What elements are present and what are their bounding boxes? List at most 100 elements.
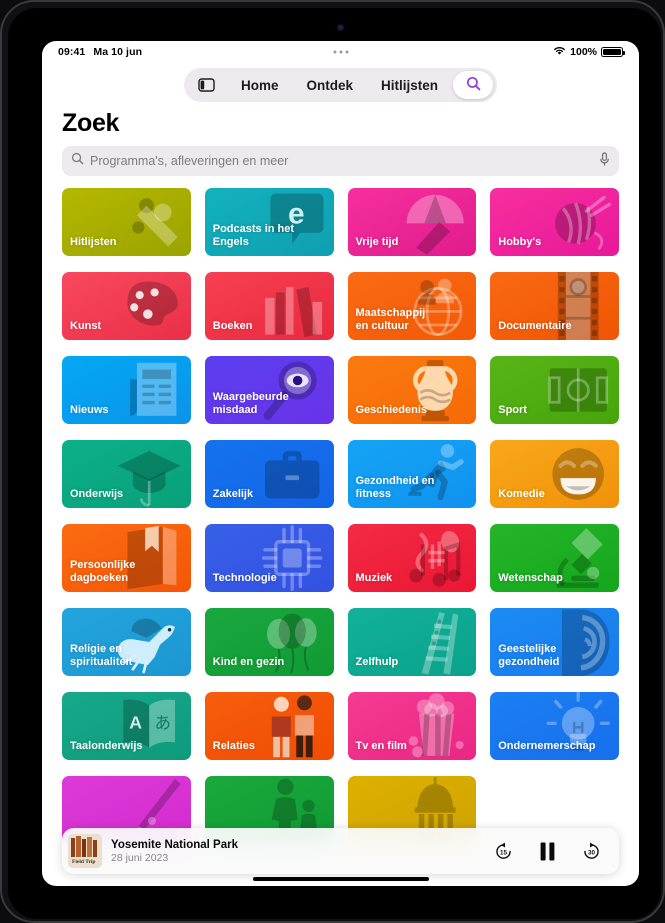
now-playing-container: Field Trip Yosemite National Park 28 jun… (62, 828, 619, 874)
category-tile[interactable]: Kunst (62, 272, 191, 340)
sidebar-toggle-icon[interactable] (188, 71, 226, 99)
svg-text:15: 15 (500, 849, 507, 856)
svg-text:30: 30 (588, 849, 595, 856)
category-tile-label: Hobby's (498, 236, 542, 248)
search-bar-container: Programma's, afleveringen en meer (42, 146, 639, 188)
search-icon (466, 76, 481, 94)
category-tile-label: Hitlijsten (70, 236, 117, 248)
category-tile[interactable]: Sport (490, 356, 619, 424)
category-tile-label: Technologie (212, 572, 277, 584)
category-tile[interactable]: Nieuws (62, 356, 191, 424)
category-tile[interactable]: Documentaire (490, 272, 619, 340)
tab-ontdek[interactable]: Ontdek (293, 71, 366, 99)
status-bar-left: 09:41 Ma 10 jun (58, 46, 142, 58)
category-tile[interactable]: Ondernemerschap (490, 692, 619, 760)
category-tile[interactable]: Geschiedenis (347, 356, 477, 424)
home-indicator[interactable] (252, 877, 429, 881)
category-tile[interactable]: Relaties (204, 692, 334, 760)
skip-back-15-icon[interactable]: 15 (494, 842, 513, 861)
wifi-icon (553, 46, 566, 59)
search-bar[interactable]: Programma's, afleveringen en meer (62, 146, 619, 176)
category-tile-label: Zakelijk (212, 488, 254, 500)
category-tile[interactable]: Boeken (204, 272, 334, 340)
playback-controls: 15 30 (494, 842, 607, 861)
category-tile[interactable]: Zelfhulp (347, 608, 477, 676)
category-grid: Hitlijsten e Podcasts in het Engels Vrije t… (62, 188, 619, 844)
status-date: Ma 10 jun (93, 46, 143, 58)
battery-icon (601, 47, 625, 57)
category-tile-label: Documentaire (498, 320, 572, 332)
category-tile-label: Waargebeurde misdaad (212, 391, 289, 416)
category-tile[interactable]: Vrije tijd (347, 188, 477, 256)
category-tile-label: Tv en film (355, 740, 407, 752)
now-playing-bar[interactable]: Field Trip Yosemite National Park 28 jun… (62, 828, 619, 874)
front-camera (338, 25, 343, 30)
category-tile-label: Sport (498, 404, 527, 416)
category-tile-label: Gezondheid en fitness (355, 475, 435, 500)
category-tile[interactable]: A あ Taalonderwijs (62, 692, 191, 760)
category-tile-label: Kind en gezin (212, 656, 285, 668)
category-tile-label: Relaties (212, 740, 255, 752)
category-tile[interactable]: Hitlijsten (62, 188, 191, 256)
category-tile-label: Persoonlijke dagboeken (70, 559, 136, 584)
category-tile[interactable]: e Podcasts in het Engels (204, 188, 334, 256)
category-tile[interactable]: Waargebeurde misdaad (204, 356, 334, 424)
svg-text:A: A (130, 713, 143, 733)
category-tile[interactable]: Onderwijs (62, 440, 191, 508)
category-tile[interactable]: Zakelijk (204, 440, 334, 508)
svg-text:Field Trip: Field Trip (72, 859, 95, 865)
tab-home[interactable]: Home (228, 71, 292, 99)
category-tile-label: Religie en spiritualiteit (70, 643, 133, 668)
now-playing-date: 28 juni 2023 (111, 851, 169, 864)
search-input[interactable]: Programma's, afleveringen en meer (90, 154, 593, 168)
page-title: Zoek (62, 109, 120, 137)
category-grid-scroll[interactable]: Hitlijsten e Podcasts in het Engels Vrije t… (42, 188, 639, 886)
svg-text:あ: あ (155, 715, 171, 733)
tab-zoek[interactable] (453, 71, 494, 99)
now-playing-meta: Yosemite National Park 28 juni 2023 (111, 839, 485, 864)
category-tile[interactable]: Hobby's (490, 188, 619, 256)
category-tile[interactable]: Persoonlijke dagboeken (62, 524, 191, 592)
screen: 09:41 Ma 10 jun 100% Home Ontdek Hitlijs… (42, 41, 639, 886)
skip-forward-30-icon[interactable]: 30 (582, 842, 601, 861)
nav-pill: Home Ontdek Hitlijsten (183, 68, 498, 102)
device-bezel: 09:41 Ma 10 jun 100% Home Ontdek Hitlijs… (8, 8, 661, 919)
status-bar: 09:41 Ma 10 jun 100% (42, 41, 639, 63)
category-tile[interactable]: Gezondheid en fitness (347, 440, 477, 508)
category-tile[interactable]: Maatschappij en cultuur (347, 272, 477, 340)
category-tile-label: Geschiedenis (355, 404, 428, 416)
multitasking-dots[interactable] (333, 50, 348, 54)
category-tile[interactable]: Kind en gezin (204, 608, 334, 676)
category-tile-label: Geestelijke gezondheid (498, 643, 560, 668)
category-tile-label: Wetenschap (498, 572, 563, 584)
category-tile-label: Vrije tijd (355, 236, 399, 248)
category-tile[interactable]: Wetenschap (490, 524, 619, 592)
ipad-device: 09:41 Ma 10 jun 100% Home Ontdek Hitlijs… (0, 0, 665, 923)
category-tile-label: Podcasts in het Engels (212, 223, 295, 248)
battery-percent: 100% (570, 46, 597, 58)
category-tile-label: Onderwijs (70, 488, 124, 500)
category-tile[interactable]: Technologie (204, 524, 334, 592)
category-tile[interactable]: Tv en film (347, 692, 477, 760)
category-tile-label: Komedie (498, 488, 545, 500)
category-tile-label: Kunst (70, 320, 102, 332)
tab-hitlijsten[interactable]: Hitlijsten (368, 71, 451, 99)
search-icon (71, 152, 84, 170)
category-tile[interactable]: Muziek (347, 524, 477, 592)
category-tile-label: Boeken (212, 320, 253, 332)
category-tile-label: Maatschappij en cultuur (355, 307, 426, 332)
top-navigation: Home Ontdek Hitlijsten (42, 63, 639, 107)
now-playing-title: Yosemite National Park (111, 838, 238, 851)
category-tile-label: Muziek (355, 572, 393, 584)
category-tile[interactable]: Religie en spiritualiteit (62, 608, 191, 676)
status-time: 09:41 (58, 46, 86, 58)
status-bar-right: 100% (553, 46, 625, 59)
category-tile[interactable]: Komedie (490, 440, 619, 508)
category-tile-label: Taalonderwijs (70, 740, 143, 752)
podcast-artwork: Field Trip (68, 834, 102, 868)
category-tile-label: Nieuws (70, 404, 109, 416)
pause-icon[interactable] (539, 842, 556, 861)
microphone-icon[interactable] (599, 151, 610, 171)
category-tile-label: Zelfhulp (355, 656, 399, 668)
category-tile[interactable]: Geestelijke gezondheid (490, 608, 619, 676)
